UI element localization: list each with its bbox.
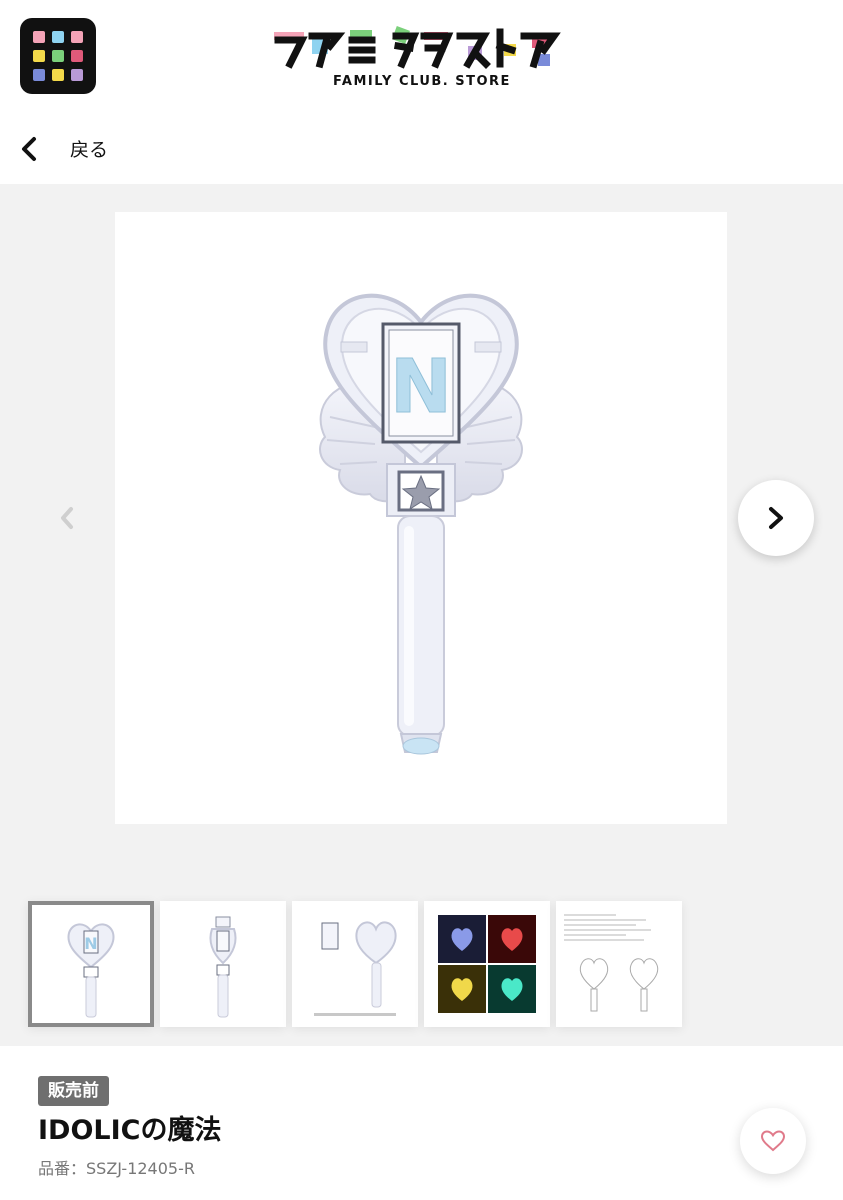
menu-dot (71, 31, 83, 43)
thumb-penlight-colors (438, 915, 536, 1013)
thumbnail-item[interactable] (292, 901, 418, 1027)
thumbnail-strip: N (28, 901, 688, 1027)
chevron-left-icon[interactable] (18, 136, 40, 162)
chevron-right-icon (769, 507, 783, 529)
menu-dot (33, 50, 45, 62)
back-link[interactable]: 戻る (70, 135, 108, 162)
next-image-button[interactable] (738, 480, 814, 556)
svg-text:N: N (390, 344, 452, 430)
chevron-left-icon[interactable] (56, 505, 78, 531)
logo-subtitle: FAMILY CLUB. STORE (333, 74, 511, 89)
menu-dot (52, 31, 64, 43)
thumb-penlight-side (209, 916, 237, 1018)
thumb-penlight-instructions (564, 914, 659, 1012)
penlight-image: N (319, 293, 523, 755)
menu-dot (71, 69, 83, 81)
menu-dot (52, 50, 64, 62)
product-main-image[interactable]: N (115, 212, 727, 824)
menu-dot (52, 69, 64, 81)
thumbnail-item[interactable] (160, 901, 286, 1027)
heart-outline-icon (760, 1130, 786, 1152)
menu-dot (33, 31, 45, 43)
product-title: IDOLICの魔法 (38, 1115, 222, 1146)
svg-text:N: N (84, 934, 97, 953)
thumbnail-item[interactable] (556, 901, 682, 1027)
back-bar (0, 110, 843, 184)
thumb-penlight-front: N (67, 923, 115, 1018)
menu-dot (33, 69, 45, 81)
thumbnail-item[interactable]: N (28, 901, 154, 1027)
thumb-penlight-parts (314, 921, 397, 1016)
favorite-button[interactable] (740, 1108, 806, 1174)
grid-menu-button[interactable] (20, 18, 96, 94)
menu-dot (71, 50, 83, 62)
status-badge: 販売前 (38, 1076, 109, 1106)
product-code: 品番：SSZJ-12405-R (38, 1159, 195, 1178)
thumbnail-item[interactable] (424, 901, 550, 1027)
